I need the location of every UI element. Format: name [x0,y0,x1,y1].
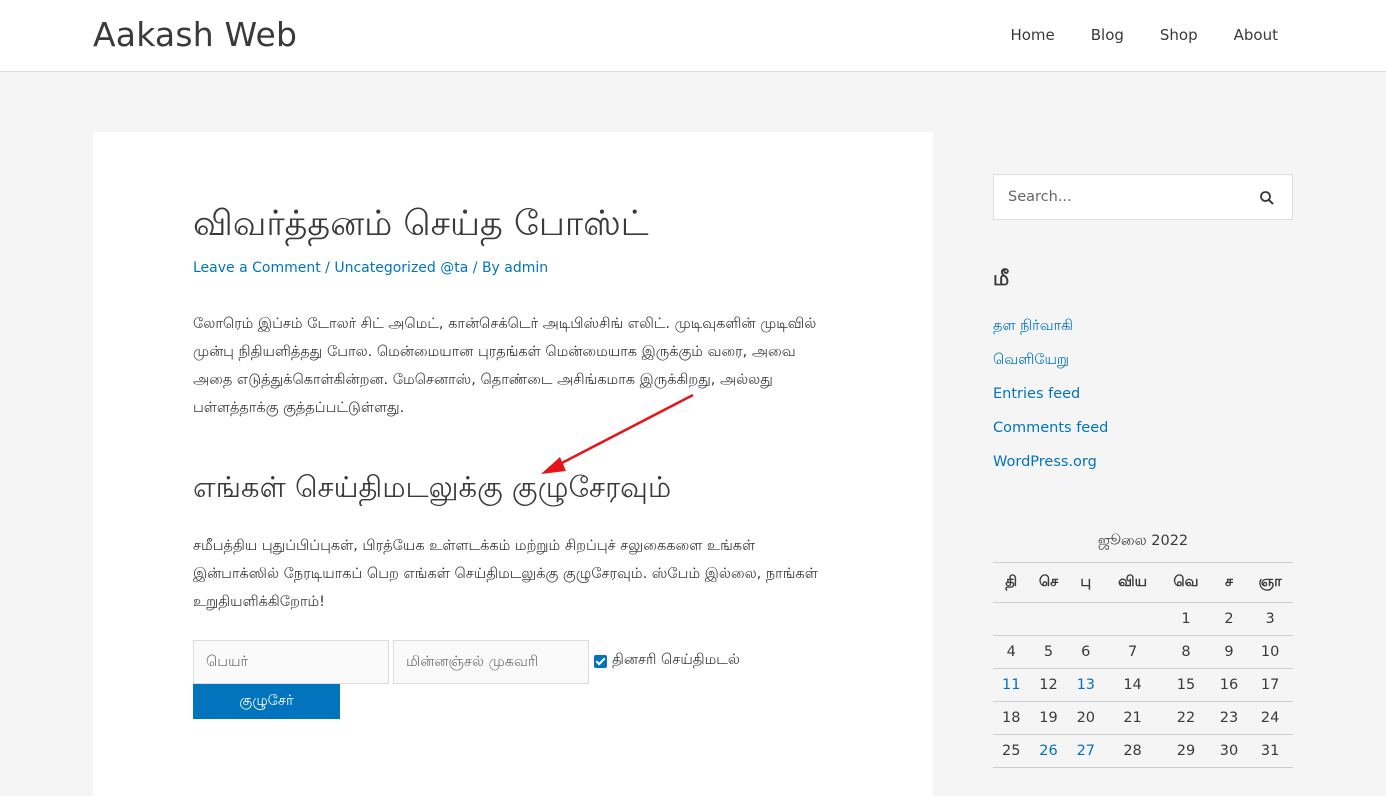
calendar: தி செ பு விய வெ ச ஞா 1 2 3 4 5 6 7 8 9 10 11 12 13 14 15 16 17… [993,562,1293,768]
calendar-week-row: 18 19 20 21 22 23 24 [993,701,1293,735]
site-admin-link[interactable]: தள நிர்வாகி [993,318,1073,334]
calendar-day: 17 [1247,668,1293,702]
comments-feed-link[interactable]: Comments feed [993,420,1108,436]
calendar-day: 22 [1161,701,1211,735]
logout-link[interactable]: வெளியேறு [993,352,1069,368]
calendar-day: 8 [1161,635,1211,669]
nav-item-shop[interactable]: Shop [1160,26,1198,44]
daily-newsletter-option[interactable]: தினசரி செய்திமடல் [594,652,740,670]
calendar-day-header: தி [993,562,1030,603]
nav-item-about[interactable]: About [1234,26,1278,44]
entries-feed-link[interactable]: Entries feed [993,386,1080,402]
meta-separator: / [472,260,482,276]
calendar-day: 25 [993,734,1030,768]
calendar-day: 31 [1247,734,1293,768]
calendar-day: 30 [1210,734,1248,768]
calendar-day: 29 [1161,734,1211,768]
calendar-day-link[interactable]: 26 [1029,734,1068,768]
calendar-day-header: செ [1029,562,1068,603]
calendar-week-row: 4 5 6 7 8 9 10 [993,635,1293,669]
calendar-day-link[interactable]: 13 [1067,668,1104,702]
calendar-empty-cell [1067,602,1104,636]
leave-comment-link[interactable]: Leave a Comment [193,260,321,276]
newsletter-heading: எங்கள் செய்திமடலுக்கு குழுசேரவும் [193,470,672,504]
meta-by-label: By [481,260,500,276]
calendar-empty-cell [1029,602,1068,636]
meta-widget-title: மீ [993,266,1010,290]
list-item: WordPress.org [993,454,1108,488]
calendar-body: 1 2 3 4 5 6 7 8 9 10 11 12 13 14 15 16 17 18 19 20 21 22 23 24 2… [993,602,1293,768]
search-icon[interactable] [1259,190,1275,206]
calendar-header-row: தி செ பு விய வெ ச ஞா [993,562,1293,603]
meta-separator: / [325,260,335,276]
calendar-day-header: விய [1104,562,1162,603]
calendar-empty-cell [993,602,1030,636]
list-item: Comments feed [993,420,1108,454]
calendar-day-link[interactable]: 27 [1067,734,1104,768]
calendar-empty-cell [1104,602,1162,636]
email-field[interactable] [393,640,589,684]
calendar-day: 7 [1104,635,1162,669]
calendar-day: 21 [1104,701,1162,735]
calendar-day: 2 [1210,602,1248,636]
calendar-day-header: ஞா [1247,562,1293,603]
calendar-caption: ஜூலை 2022 [1097,533,1189,549]
checkbox-checked-icon[interactable] [594,654,607,668]
author-link[interactable]: admin [504,260,548,276]
calendar-week-row: 25 26 27 28 29 30 31 [993,734,1293,768]
calendar-day: 10 [1247,635,1293,669]
search-box[interactable]: Search... [993,174,1293,220]
calendar-day: 23 [1210,701,1248,735]
calendar-day: 20 [1067,701,1104,735]
main-nav: Home Blog Shop About [974,26,1278,44]
nav-item-blog[interactable]: Blog [1091,26,1124,44]
calendar-day-header: பு [1067,562,1104,603]
newsletter-description: சமீபத்திய புதுப்பிப்புகள், பிரத்யேக உள்ள… [193,538,818,610]
wordpress-org-link[interactable]: WordPress.org [993,454,1097,470]
calendar-day: 19 [1029,701,1068,735]
calendar-day: 28 [1104,734,1162,768]
calendar-day: 4 [993,635,1030,669]
site-header: Aakash Web Home Blog Shop About [0,0,1386,72]
calendar-day: 24 [1247,701,1293,735]
post-paragraph: லோரெம் இப்சம் டோலர் சிட் அமெட், கான்செக்… [193,316,817,416]
category-link[interactable]: Uncategorized @ta [334,260,468,276]
calendar-day: 15 [1161,668,1211,702]
checkbox-label: தினசரி செய்திமடல் [612,652,740,668]
post-article: விவர்த்தனம் செய்த போஸ்ட் Leave a Comment… [93,132,933,796]
list-item: வெளியேறு [993,352,1108,386]
list-item: தள நிர்வாகி [993,318,1108,352]
site-title[interactable]: Aakash Web [93,15,297,54]
subscribe-button[interactable]: குழுசேர் [193,684,340,719]
post-title: விவர்த்தனம் செய்த போஸ்ட் [193,204,649,244]
calendar-day-link[interactable]: 11 [993,668,1030,702]
list-item: Entries feed [993,386,1108,420]
meta-links-list: தள நிர்வாகி வெளியேறு Entries feed Commen… [993,318,1108,488]
calendar-week-row: 11 12 13 14 15 16 17 [993,668,1293,702]
calendar-day: 14 [1104,668,1162,702]
calendar-day: 5 [1029,635,1068,669]
calendar-day: 12 [1029,668,1068,702]
post-meta: Leave a Comment / Uncategorized @ta / By… [193,260,548,276]
calendar-day: 6 [1067,635,1104,669]
calendar-day-header: ச [1210,562,1248,603]
name-field[interactable] [193,640,389,684]
calendar-day: 1 [1161,602,1211,636]
search-input[interactable]: Search... [1008,189,1072,205]
nav-item-home[interactable]: Home [1010,26,1054,44]
calendar-week-row: 123 [993,602,1293,636]
calendar-day: 18 [993,701,1030,735]
calendar-day: 9 [1210,635,1248,669]
calendar-day-header: வெ [1161,562,1211,603]
calendar-day: 3 [1247,602,1293,636]
calendar-day: 16 [1210,668,1248,702]
